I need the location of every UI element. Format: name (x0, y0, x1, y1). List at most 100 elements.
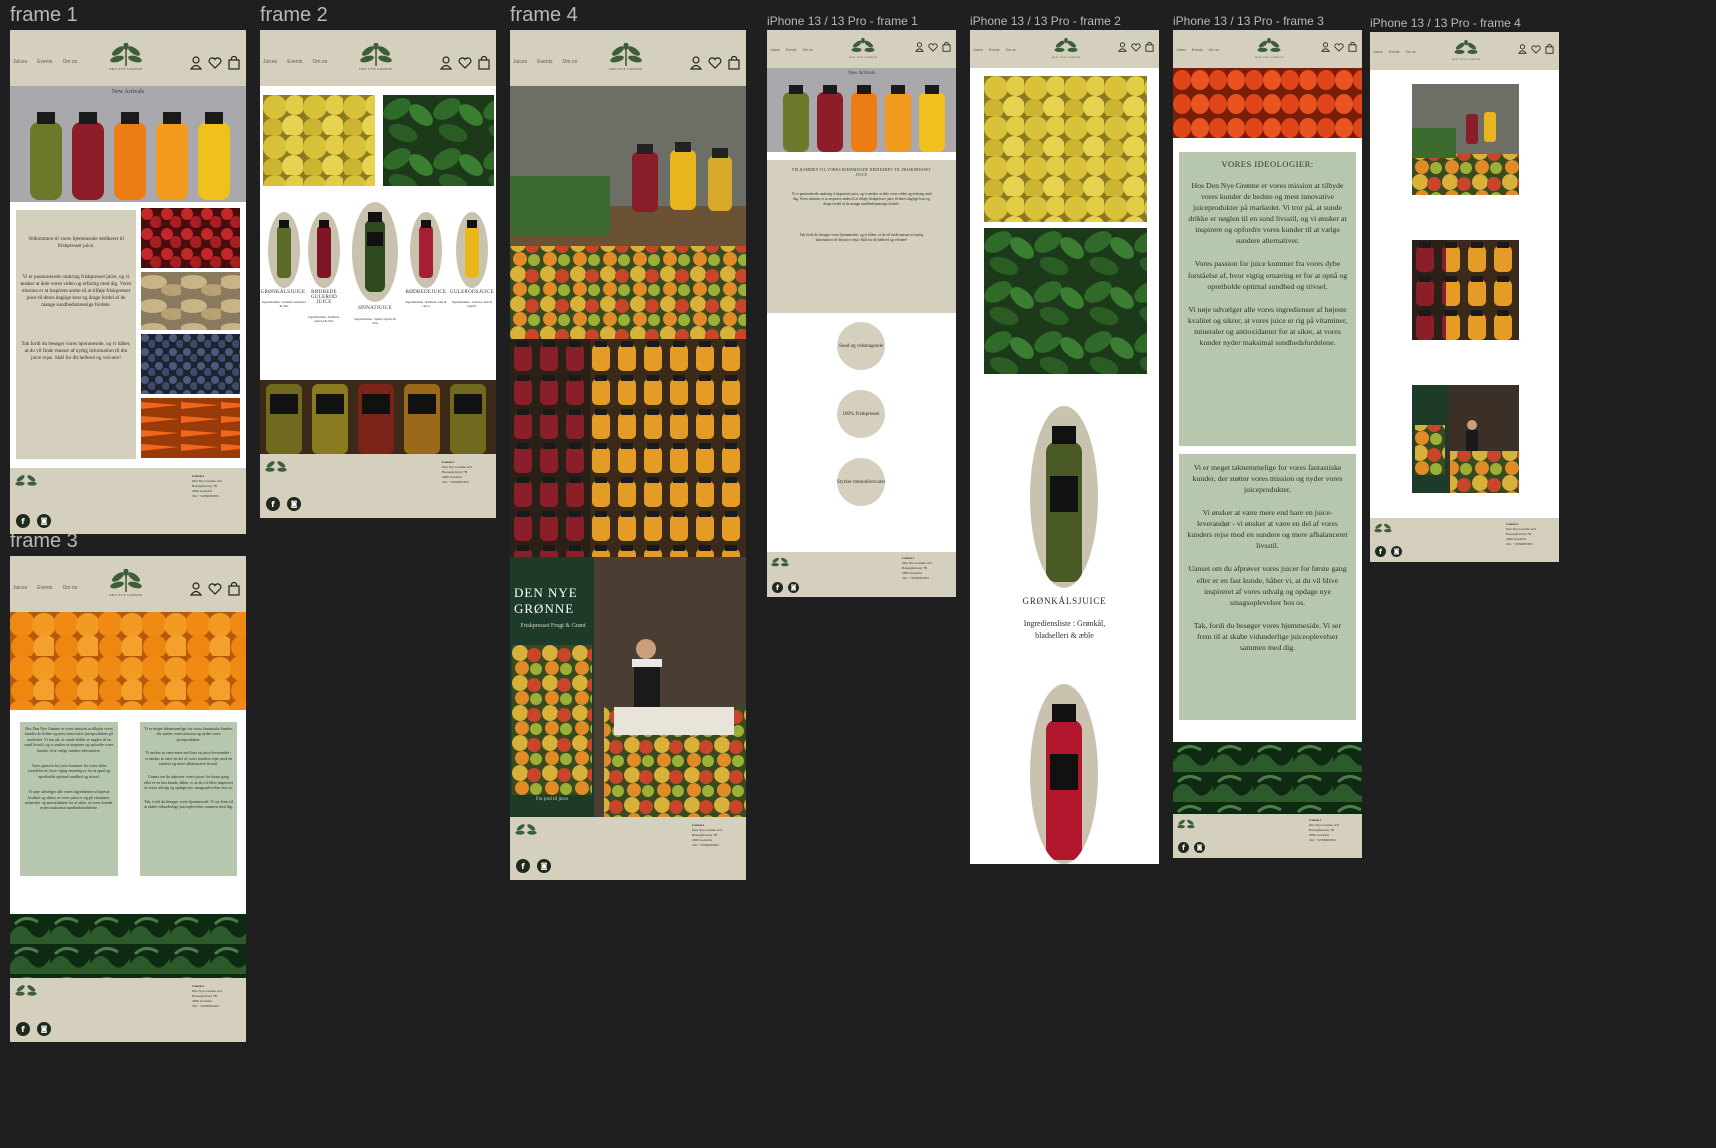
nav-juices[interactable]: Juices (13, 59, 27, 65)
social-links: f ◙ (16, 1022, 51, 1036)
mobile-frame-2-products: Juices Events Om os DEN NYE GRØNNE GRØNK… (970, 30, 1159, 864)
facebook-icon[interactable]: f (266, 497, 280, 511)
user-icon[interactable] (1321, 42, 1330, 52)
nav-juices[interactable]: Juices (13, 585, 27, 591)
nav-events[interactable]: Events (537, 59, 552, 65)
nav-events[interactable]: Events (1192, 48, 1203, 52)
ideology-p4: Vi er meget taknemmelige for vores fanta… (144, 726, 233, 742)
nav-juices[interactable]: Juices (513, 59, 527, 65)
user-icon[interactable] (1518, 44, 1527, 54)
user-icon[interactable] (190, 56, 202, 70)
bag-icon[interactable] (728, 56, 740, 70)
booth-banner-title: DEN NYE GRØNNE (514, 585, 578, 616)
nav-events[interactable]: Events (287, 59, 302, 65)
nav-juices[interactable]: Juices (1373, 50, 1383, 54)
nav-juices[interactable]: Juices (263, 59, 277, 65)
site-logo[interactable]: DEN NYE GRØNNE (358, 43, 394, 71)
nav-om-os[interactable]: Om os (62, 59, 77, 65)
user-icon[interactable] (915, 42, 924, 52)
juice-oval-3[interactable] (352, 202, 398, 302)
site-footer: Contact Den Nye Grønne A/S Bassegårdsvej… (1370, 518, 1559, 562)
ideology-p3: Vi nøje udvælger alle vores ingredienser… (1187, 304, 1348, 347)
bag-icon[interactable] (1145, 42, 1154, 52)
nav-om-os[interactable]: Om os (1006, 48, 1016, 52)
instagram-icon[interactable]: ◙ (1194, 842, 1205, 853)
nav-juices[interactable]: Juices (973, 48, 983, 52)
brand-name: DEN NYE GRØNNE (1452, 58, 1481, 61)
facebook-icon[interactable]: f (516, 859, 530, 873)
site-logo[interactable]: DEN NYE GRØNNE (849, 38, 878, 59)
user-icon[interactable] (190, 582, 202, 596)
nav-om-os[interactable]: Om os (62, 585, 77, 591)
bag-icon[interactable] (942, 42, 951, 52)
site-logo[interactable]: DEN NYE GRØNNE (108, 43, 144, 71)
site-logo[interactable]: DEN NYE GRØNNE (1052, 38, 1081, 59)
nav-juices[interactable]: Juices (770, 48, 780, 52)
nav-events[interactable]: Events (37, 59, 52, 65)
footer-logo-icon (1177, 819, 1195, 829)
heart-icon[interactable] (1531, 44, 1541, 54)
heart-icon[interactable] (208, 57, 222, 69)
brand-name: DEN NYE GRØNNE (109, 67, 143, 71)
user-icon[interactable] (440, 56, 452, 70)
heart-icon[interactable] (1334, 42, 1344, 52)
instagram-icon[interactable]: ◙ (537, 859, 551, 873)
facebook-icon[interactable]: f (16, 514, 30, 528)
heart-icon[interactable] (208, 583, 222, 595)
frame-4-events: Juices Events Om os DEN NYE GRØNNE DEN N… (510, 30, 746, 880)
instagram-icon[interactable]: ◙ (1391, 546, 1402, 557)
nav-om-os[interactable]: Om os (1209, 48, 1219, 52)
heart-icon[interactable] (708, 57, 722, 69)
juice-oval-kale[interactable] (1030, 406, 1098, 588)
footer-phone: Tel.: +4539665363 (692, 843, 719, 848)
facebook-icon[interactable]: f (1375, 546, 1386, 557)
site-logo[interactable]: DEN NYE GRØNNE (108, 569, 144, 597)
heart-icon[interactable] (458, 57, 472, 69)
frame-3-about: Juices Events Om os DEN NYE GRØNNE Hos D… (10, 556, 246, 1042)
site-logo[interactable]: DEN NYE GRØNNE (1255, 38, 1284, 59)
booth-produce-collage (512, 645, 592, 795)
instagram-icon[interactable]: ◙ (287, 497, 301, 511)
heart-icon[interactable] (1131, 42, 1141, 52)
footer-phone: Tel.: +4539665363 (1309, 838, 1336, 843)
site-logo[interactable]: DEN NYE GRØNNE (1452, 40, 1481, 61)
nav-om-os[interactable]: Om os (803, 48, 813, 52)
juice-name-5: GULERODSJUICE (449, 290, 495, 295)
instagram-icon[interactable]: ◙ (788, 582, 799, 593)
bag-icon[interactable] (478, 56, 490, 70)
main-nav: Juices Events Om os (973, 48, 1016, 52)
nav-om-os[interactable]: Om os (312, 59, 327, 65)
juice-oval-5[interactable] (456, 212, 488, 288)
bag-icon[interactable] (228, 56, 240, 70)
facebook-icon[interactable]: f (1178, 842, 1189, 853)
site-logo[interactable]: DEN NYE GRØNNE (608, 43, 644, 71)
nav-events[interactable]: Events (786, 48, 797, 52)
bag-icon[interactable] (1545, 44, 1554, 54)
juice-ingredients-4: Ingrediensliste : Rødbede, æble & citron (405, 300, 447, 308)
mobile-header: Juices Events Om os DEN NYE GRØNNE (1370, 32, 1559, 70)
bag-icon[interactable] (1348, 42, 1357, 52)
olive-branch-icon (1054, 38, 1079, 53)
nav-events[interactable]: Events (37, 585, 52, 591)
frame-2-products: Juices Events Om os DEN NYE GRØNNE GRØNK… (260, 30, 496, 518)
facebook-icon[interactable]: f (772, 582, 783, 593)
instagram-icon[interactable]: ◙ (37, 514, 51, 528)
nav-juices[interactable]: Juices (1176, 48, 1186, 52)
juice-oval-2[interactable] (308, 212, 340, 288)
instagram-icon[interactable]: ◙ (37, 1022, 51, 1036)
nav-events[interactable]: Events (989, 48, 1000, 52)
mobile-header: Juices Events Om os DEN NYE GRØNNE (970, 30, 1159, 68)
welcome-body: Vi er passionerede omkring friskpresset … (20, 274, 132, 309)
juice-oval-1[interactable] (268, 212, 300, 288)
nav-events[interactable]: Events (1389, 50, 1400, 54)
nav-om-os[interactable]: Om os (562, 59, 577, 65)
olive-branch-icon (851, 38, 876, 53)
nav-om-os[interactable]: Om os (1406, 50, 1416, 54)
juice-oval-4[interactable] (410, 212, 442, 288)
user-icon[interactable] (690, 56, 702, 70)
facebook-icon[interactable]: f (16, 1022, 30, 1036)
juice-oval-beet[interactable] (1030, 684, 1098, 864)
user-icon[interactable] (1118, 42, 1127, 52)
bag-icon[interactable] (228, 582, 240, 596)
heart-icon[interactable] (928, 42, 938, 52)
